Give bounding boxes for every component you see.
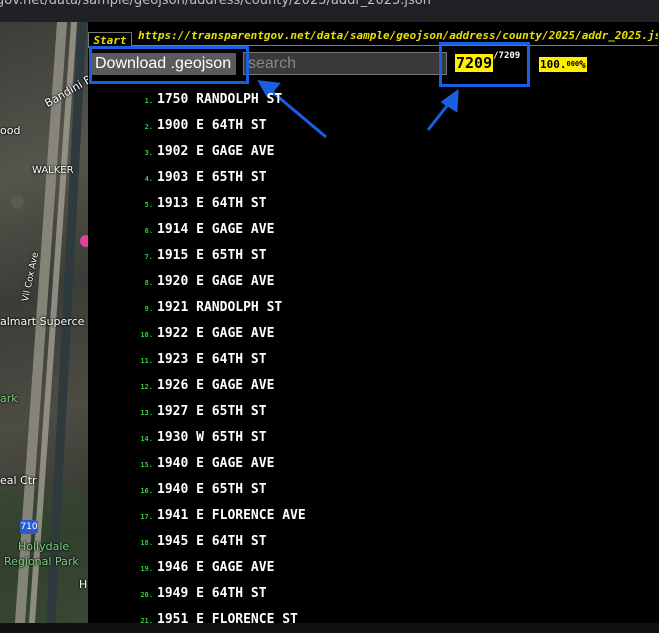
map-label: ood [0, 124, 21, 137]
list-item-number: 5. [144, 201, 153, 209]
address-text[interactable]: 1930 W 65TH ST [157, 430, 267, 445]
address-text[interactable]: 1927 E 65TH ST [157, 404, 267, 419]
list-item[interactable]: 11. 1923 E 64TH ST [88, 347, 659, 373]
list-item[interactable]: 21. 1951 E FLORENCE ST [88, 607, 659, 633]
list-item-number: 6. [144, 227, 153, 235]
address-text[interactable]: 1915 E 65TH ST [157, 248, 267, 263]
list-item-number: 15. [140, 461, 153, 469]
list-item-number: 17. [140, 513, 153, 521]
list-item-number: 19. [140, 565, 153, 573]
map-label: Hollydale [18, 540, 70, 553]
list-item[interactable]: 1. 1750 RANDOLPH ST [88, 87, 659, 113]
address-text[interactable]: 1926 E GAGE AVE [157, 378, 274, 393]
list-item-number: 2. [144, 123, 153, 131]
list-item-number: 3. [144, 149, 153, 157]
map-label: ark [0, 392, 18, 405]
list-item[interactable]: 2. 1900 E 64TH ST [88, 113, 659, 139]
list-item-number: 8. [144, 279, 153, 287]
address-text[interactable]: 1951 E FLORENCE ST [157, 612, 298, 627]
address-text[interactable]: 1949 E 64TH ST [157, 586, 267, 601]
list-item[interactable]: 12. 1926 E GAGE AVE [88, 373, 659, 399]
list-item-number: 7. [144, 253, 153, 261]
list-item-number: 4. [144, 175, 153, 183]
address-text[interactable]: 1913 E 64TH ST [157, 196, 267, 211]
address-text[interactable]: 1941 E FLORENCE AVE [157, 508, 306, 523]
address-text[interactable]: 1946 E GAGE AVE [157, 560, 274, 575]
map-view[interactable]: Bandini Bl ood WALKER Vil Cox Ave almart… [0, 22, 88, 623]
list-item[interactable]: 14. 1930 W 65TH ST [88, 425, 659, 451]
map-marker-icon[interactable] [80, 235, 88, 247]
map-label: WALKER [32, 165, 74, 176]
map-label: H [79, 578, 88, 591]
list-item-number: 16. [140, 487, 153, 495]
list-item[interactable]: 18. 1945 E 64TH ST [88, 529, 659, 555]
interstate-shield-icon: 710 [20, 520, 38, 534]
address-panel: Start https://transparentgov.net/data/sa… [88, 22, 659, 627]
address-text[interactable]: 1900 E 64TH ST [157, 118, 267, 133]
list-item-number: 18. [140, 539, 153, 547]
list-item[interactable]: 19. 1946 E GAGE AVE [88, 555, 659, 581]
address-text[interactable]: 1750 RANDOLPH ST [157, 92, 282, 107]
list-item[interactable]: 17. 1941 E FLORENCE AVE [88, 503, 659, 529]
list-item[interactable]: 13. 1927 E 65TH ST [88, 399, 659, 425]
address-text[interactable]: 1921 RANDOLPH ST [157, 300, 282, 315]
list-item[interactable]: 16. 1940 E 65TH ST [88, 477, 659, 503]
list-item[interactable]: 9. 1921 RANDOLPH ST [88, 295, 659, 321]
list-item[interactable]: 6. 1914 E GAGE AVE [88, 217, 659, 243]
list-item-number: 9. [144, 305, 153, 313]
browser-address-bar[interactable]: gov.net/data/sample/geojson/address/coun… [0, 0, 659, 22]
address-text[interactable]: 1902 E GAGE AVE [157, 144, 274, 159]
list-item-number: 14. [140, 435, 153, 443]
list-item-number: 13. [140, 409, 153, 417]
list-item-number: 1. [144, 97, 153, 105]
list-item-number: 10. [140, 331, 153, 339]
address-text[interactable]: 1914 E GAGE AVE [157, 222, 274, 237]
list-item-number: 21. [140, 617, 153, 625]
address-text[interactable]: 1922 E GAGE AVE [157, 326, 274, 341]
map-label: eal Ctr [0, 474, 37, 487]
list-item[interactable]: 8. 1920 E GAGE AVE [88, 269, 659, 295]
list-item-number: 12. [140, 383, 153, 391]
list-item[interactable]: 20. 1949 E 64TH ST [88, 581, 659, 607]
address-list: 1. 1750 RANDOLPH ST 2. 1900 E 64TH ST 3. 1902… [88, 87, 659, 633]
map-label: almart Superce [0, 315, 85, 328]
address-text[interactable]: 1903 E 65TH ST [157, 170, 267, 185]
list-item-number: 20. [140, 591, 153, 599]
address-text[interactable]: 1920 E GAGE AVE [157, 274, 274, 289]
list-item[interactable]: 10. 1922 E GAGE AVE [88, 321, 659, 347]
address-text[interactable]: 1945 E 64TH ST [157, 534, 267, 549]
list-item[interactable]: 4. 1903 E 65TH ST [88, 165, 659, 191]
list-item-number: 11. [140, 357, 153, 365]
list-item[interactable]: 15. 1940 E GAGE AVE [88, 451, 659, 477]
map-label: Regional Park [4, 555, 79, 568]
list-item[interactable]: 5. 1913 E 64TH ST [88, 191, 659, 217]
address-text[interactable]: 1940 E 65TH ST [157, 482, 267, 497]
list-item[interactable]: 7. 1915 E 65TH ST [88, 243, 659, 269]
browser-url-text: gov.net/data/sample/geojson/address/coun… [0, 0, 431, 8]
address-text[interactable]: 1923 E 64TH ST [157, 352, 267, 367]
list-item[interactable]: 3. 1902 E GAGE AVE [88, 139, 659, 165]
address-text[interactable]: 1940 E GAGE AVE [157, 456, 274, 471]
